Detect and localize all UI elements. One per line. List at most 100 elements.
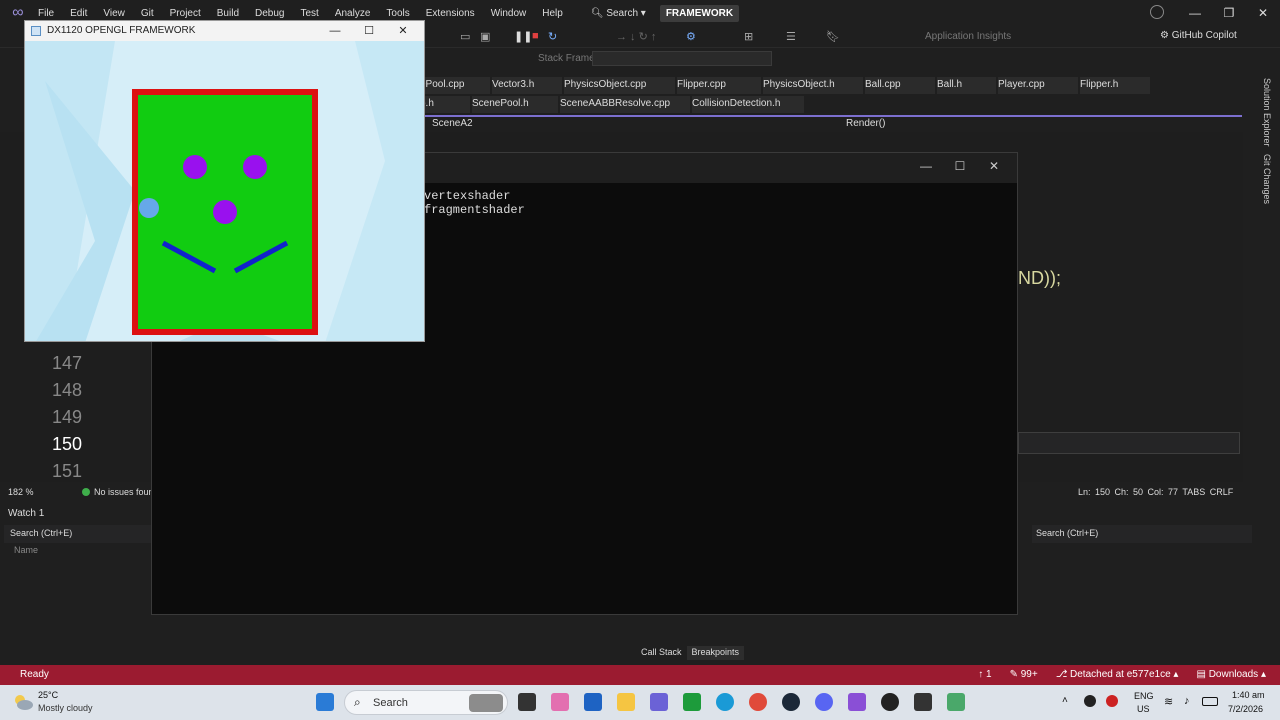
file-explorer-icon[interactable] (617, 693, 635, 711)
wifi-icon[interactable]: ≋ (1164, 695, 1173, 708)
tab-breakpoints[interactable]: Breakpoints (686, 646, 745, 660)
chrome-icon[interactable] (749, 693, 767, 711)
menu-item-test[interactable]: Test (292, 8, 326, 19)
menu-item-project[interactable]: Project (162, 8, 209, 19)
console-line: fragmentshader (424, 203, 525, 217)
battery-icon[interactable] (1202, 697, 1218, 706)
bookmark-icon[interactable]: 🔖︎ (826, 30, 840, 43)
input-region[interactable]: US (1137, 704, 1150, 714)
document-tab[interactable]: ePool.cpp (420, 77, 490, 94)
menu-item-window[interactable]: Window (483, 8, 535, 19)
stop-icon[interactable]: ■ (532, 30, 539, 42)
document-tab[interactable]: ScenePool.h (472, 96, 558, 113)
step-over-icon[interactable]: → ↓ ↻ ↑ (616, 30, 656, 43)
restore-icon[interactable]: ❐ (1212, 0, 1246, 26)
document-tab[interactable]: Vector3.h (492, 77, 562, 94)
menu-item-help[interactable]: Help (534, 8, 571, 19)
github-copilot-button[interactable]: ⚙ GitHub Copilot (1160, 30, 1237, 41)
weather-description[interactable]: Mostly cloudy (38, 703, 93, 713)
minimize-icon[interactable]: — (318, 21, 352, 41)
menu-item-edit[interactable]: Edit (62, 8, 95, 19)
search-menu[interactable]: 🔍︎ Search ▾ (585, 8, 652, 19)
weather-temperature[interactable]: 25°C (38, 690, 58, 700)
downloads-status[interactable]: ▤ Downloads ▴ (1196, 669, 1266, 680)
edge-icon[interactable] (716, 693, 734, 711)
opengl-app-icon[interactable] (947, 693, 965, 711)
menu-item-build[interactable]: Build (209, 8, 247, 19)
document-tab[interactable]: Player.cpp (998, 77, 1078, 94)
clock-date[interactable]: 7/2/2026 (1228, 704, 1263, 714)
open-folder-icon[interactable]: ▭ (460, 30, 470, 43)
menu-item-debug[interactable]: Debug (247, 8, 292, 19)
scope-dropdown[interactable]: SceneA2 (432, 118, 473, 129)
source-control-count[interactable]: ↑ 1 (978, 669, 991, 680)
maximize-icon[interactable]: ☐ (943, 159, 977, 173)
minimize-icon[interactable]: — (909, 159, 943, 173)
comment-icon[interactable]: ☰ (786, 30, 796, 43)
menu-item-analyze[interactable]: Analyze (327, 8, 379, 19)
steam-icon[interactable] (782, 693, 800, 711)
start-icon[interactable] (316, 693, 334, 711)
menu-item-git[interactable]: Git (133, 8, 162, 19)
tray-overflow-icon[interactable]: ˄ (1062, 695, 1068, 706)
document-tab[interactable]: o.h (420, 96, 470, 113)
close-icon[interactable]: ✕ (1246, 0, 1280, 26)
issues-indicator[interactable]: No issues foun (82, 487, 154, 497)
save-icon[interactable]: ▣ (480, 30, 490, 43)
render-viewport[interactable] (25, 41, 425, 342)
menu-item-view[interactable]: View (95, 8, 133, 19)
document-tab[interactable]: SceneAABBResolve.cpp (560, 96, 690, 113)
taskbar-search[interactable]: ⌕ Search (344, 690, 508, 715)
breakpoint-tool-icon[interactable]: ⊞ (744, 30, 753, 43)
tray-app-icon[interactable] (1106, 695, 1118, 707)
changes-count[interactable]: ✎ 99+ (1010, 669, 1038, 680)
menu-item-extensions[interactable]: Extensions (418, 8, 483, 19)
cloud-icon[interactable] (12, 692, 34, 712)
solution-explorer-tab[interactable]: Solution Explorer (1262, 78, 1272, 147)
application-insights-label[interactable]: Application Insights (925, 31, 1011, 42)
volume-icon[interactable]: ♪ (1184, 695, 1190, 707)
zoom-level[interactable]: 182 % (8, 487, 34, 497)
git-branch-status[interactable]: ⎇ Detached at e577e1ce ▴ (1056, 669, 1179, 680)
watch-search-input[interactable]: Search (Ctrl+E) (4, 525, 152, 543)
input-language[interactable]: ENG (1134, 691, 1154, 701)
xbox-icon[interactable] (683, 693, 701, 711)
account-icon[interactable] (1150, 5, 1164, 19)
document-tab[interactable]: PhysicsObject.cpp (564, 77, 675, 94)
document-tab[interactable]: CollisionDetection.h (692, 96, 804, 113)
solution-name-badge[interactable]: FRAMEWORK (659, 4, 740, 22)
close-icon[interactable]: ✕ (386, 21, 420, 41)
code-line-fragment[interactable]: ND)); (1018, 268, 1061, 289)
opengl-window[interactable]: DX1120 OPENGL FRAMEWORK — ☐ ✕ (24, 20, 425, 342)
visual-studio-icon[interactable] (848, 693, 866, 711)
document-tab[interactable]: Flipper.h (1080, 77, 1150, 94)
github-desktop-icon[interactable] (881, 693, 899, 711)
tab-call-stack[interactable]: Call Stack (636, 646, 687, 660)
document-tab[interactable]: Ball.cpp (865, 77, 935, 94)
terminal-icon[interactable] (914, 693, 932, 711)
editor-input-box[interactable] (1018, 432, 1240, 454)
close-icon[interactable]: ✕ (977, 159, 1011, 173)
git-changes-tab[interactable]: Git Changes (1262, 154, 1272, 204)
pause-icon[interactable]: ❚❚ (514, 30, 532, 43)
document-tab[interactable]: Ball.h (937, 77, 996, 94)
restart-icon[interactable]: ↻ (548, 30, 557, 43)
teams-icon[interactable] (650, 693, 668, 711)
store-icon[interactable] (584, 693, 602, 711)
hot-reload-icon[interactable]: ⚙ (686, 30, 696, 43)
member-dropdown[interactable]: Render() (846, 118, 885, 129)
clock-time[interactable]: 1:40 am (1232, 690, 1265, 700)
copilot-icon[interactable] (551, 693, 569, 711)
menu-item-file[interactable]: File (30, 8, 62, 19)
opengl-titlebar[interactable]: DX1120 OPENGL FRAMEWORK — ☐ ✕ (25, 21, 424, 41)
menu-item-tools[interactable]: Tools (378, 8, 417, 19)
stack-frame-dropdown[interactable] (592, 51, 772, 66)
document-tab[interactable]: PhysicsObject.h (763, 77, 863, 94)
task-view-icon[interactable] (518, 693, 536, 711)
maximize-icon[interactable]: ☐ (352, 21, 386, 41)
minimize-icon[interactable]: — (1178, 0, 1212, 26)
breakpoints-search-input[interactable]: Search (Ctrl+E) (1032, 525, 1252, 543)
document-tab[interactable]: Flipper.cpp (677, 77, 761, 94)
discord-icon[interactable] (815, 693, 833, 711)
tray-app-icon[interactable] (1084, 695, 1096, 707)
